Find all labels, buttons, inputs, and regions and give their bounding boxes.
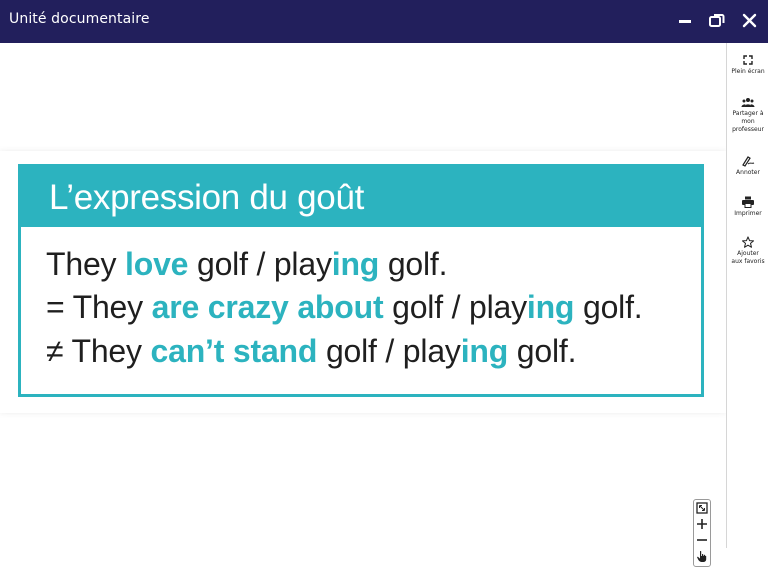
highlight-suffix: ing: [526, 289, 575, 325]
restore-icon: [709, 14, 725, 27]
zoom-out-icon: [697, 539, 707, 541]
zoom-in-icon: [697, 519, 707, 529]
slide-page: L’expression du goût They love golf / pl…: [0, 151, 726, 413]
printer-icon: [742, 196, 754, 208]
share-label-line1: Partager à: [732, 110, 764, 117]
fit-icon: [696, 502, 708, 514]
favorite-label-line1: Ajouter: [737, 250, 759, 257]
fullscreen-button[interactable]: Plein écran: [727, 54, 768, 76]
highlight-expression: are crazy about: [151, 289, 384, 325]
annotate-button[interactable]: Annoter: [727, 155, 768, 177]
sentence-line: They love golf / playing golf.: [46, 246, 448, 283]
sentence-text: golf / play: [383, 289, 527, 325]
favorite-label-line2: aux favoris: [731, 258, 765, 265]
sentence-text: golf / play: [188, 246, 332, 282]
highlight-suffix: ing: [331, 246, 380, 282]
zoom-in-button[interactable]: [694, 516, 710, 532]
window-title: Unité documentaire: [9, 11, 150, 27]
fullscreen-label: Plein écran: [731, 68, 765, 75]
annotate-label: Annoter: [736, 169, 760, 176]
sentence-text: golf.: [379, 246, 448, 282]
pen-icon: [742, 156, 755, 167]
sentence-text: = They: [46, 289, 152, 325]
document-viewer: L’expression du goût They love golf / pl…: [0, 43, 726, 567]
sentence-line: = They are crazy about golf / playing go…: [46, 289, 643, 326]
fit-button[interactable]: [694, 500, 710, 516]
pan-hand-icon: [697, 550, 707, 562]
restore-button[interactable]: [707, 11, 727, 31]
sentence-text: golf.: [574, 289, 643, 325]
favorite-button[interactable]: Ajouter aux favoris: [727, 236, 768, 266]
sentence-text: golf / play: [317, 333, 461, 369]
fullscreen-icon: [743, 55, 753, 65]
users-icon: [741, 98, 755, 107]
highlight-expression: can’t stand: [150, 333, 318, 369]
star-icon: [741, 236, 755, 248]
sentence-text: They: [46, 246, 126, 282]
right-toolbar: Plein écran Partager à mon professeur An…: [726, 43, 768, 548]
pan-button[interactable]: [694, 548, 710, 564]
close-icon: [742, 13, 757, 28]
share-teacher-button[interactable]: Partager à mon professeur: [727, 96, 768, 134]
close-button[interactable]: [740, 11, 760, 31]
sentence-text: ≠ They: [46, 333, 151, 369]
card-title: L’expression du goût: [49, 178, 365, 217]
print-button[interactable]: Imprimer: [727, 196, 768, 218]
share-label-line3: professeur: [732, 126, 764, 133]
minimize-button[interactable]: [676, 11, 696, 31]
highlight-suffix: ing: [460, 333, 509, 369]
zoom-out-button[interactable]: [694, 532, 710, 548]
vocabulary-card: L’expression du goût They love golf / pl…: [18, 164, 704, 397]
highlight-expression: love: [125, 246, 189, 282]
print-label: Imprimer: [734, 210, 762, 217]
sentence-line: ≠ They can’t stand golf / playing golf.: [46, 333, 576, 370]
share-label-line2: mon: [741, 118, 755, 125]
window-titlebar: Unité documentaire: [0, 0, 768, 43]
card-header: L’expression du goût: [21, 167, 701, 227]
sentence-text: golf.: [508, 333, 577, 369]
zoom-controls: [693, 499, 711, 567]
